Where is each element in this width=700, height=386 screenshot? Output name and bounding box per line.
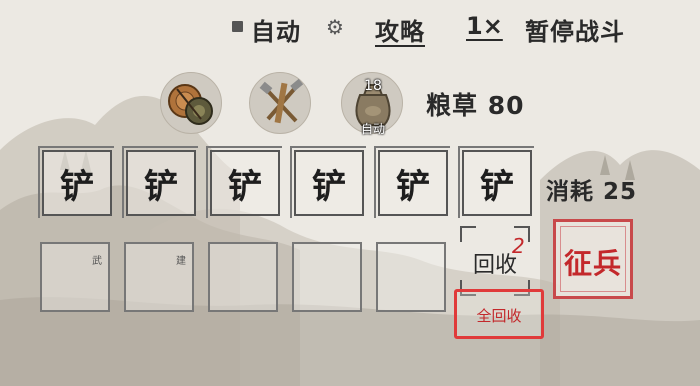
shovel-slot[interactable]: 铲 [458, 146, 534, 218]
slot-tag: 建 [176, 256, 186, 267]
top-bar: 自动 ⚙ 攻略 1× 暂停战斗 [0, 12, 700, 46]
speed-button[interactable]: 1× [466, 12, 503, 40]
shovel-label: 铲 [60, 167, 94, 207]
resource-tools[interactable] [249, 72, 311, 134]
grain-sack-count: 18 [364, 78, 382, 94]
conscript-label: 征兵 [563, 247, 622, 280]
recycle-slot[interactable]: 回收 2 [460, 226, 530, 296]
shovel-slot[interactable]: 铲 [374, 146, 450, 218]
strategy-link[interactable]: 攻略 [375, 12, 425, 47]
recycle-all-label: 全回收 [476, 307, 522, 325]
shovel-label: 铲 [312, 167, 346, 207]
auto-checkbox[interactable] [232, 21, 243, 32]
pause-battle-button[interactable]: 暂停战斗 [525, 12, 625, 47]
shovel-label: 铲 [480, 167, 514, 207]
shovel-slot[interactable]: 铲 [122, 146, 198, 218]
conscript-button[interactable]: 征兵 [553, 219, 633, 299]
unit-slot[interactable] [292, 242, 362, 312]
shovel-label: 铲 [396, 167, 430, 207]
shovel-label: 铲 [144, 167, 178, 207]
gear-icon[interactable]: ⚙ [326, 15, 344, 39]
unit-slot[interactable] [208, 242, 278, 312]
shovel-slot[interactable]: 铲 [38, 146, 114, 218]
resource-bell-drum[interactable] [160, 72, 222, 134]
auto-toggle-label[interactable]: 自动 [251, 12, 301, 47]
unit-slot[interactable]: 建 [124, 242, 194, 312]
grain-sack-auto-label: 自动 [360, 122, 385, 136]
resource-grain-sack[interactable]: 18 自动 [341, 72, 403, 136]
corner-mark [460, 226, 476, 242]
recycle-all-button[interactable]: 全回收 [454, 289, 544, 339]
shovel-slot[interactable]: 铲 [290, 146, 366, 218]
cost-amount: 消耗 25 [546, 179, 638, 205]
bell-drum-icon [168, 84, 213, 125]
shovel-label: 铲 [228, 167, 262, 207]
grain-amount: 粮草 80 [426, 91, 525, 120]
unit-slot[interactable] [376, 242, 446, 312]
unit-slot[interactable]: 武 [40, 242, 110, 312]
game-screen: 自动 ⚙ 攻略 1× 暂停战斗 18 自动 粮草 80 消耗 25 铲 铲 铲 … [0, 0, 700, 386]
recycle-count-badge: 2 [512, 234, 525, 258]
slot-tag: 武 [92, 256, 102, 267]
tools-icon [259, 78, 304, 124]
shovel-slot[interactable]: 铲 [206, 146, 282, 218]
